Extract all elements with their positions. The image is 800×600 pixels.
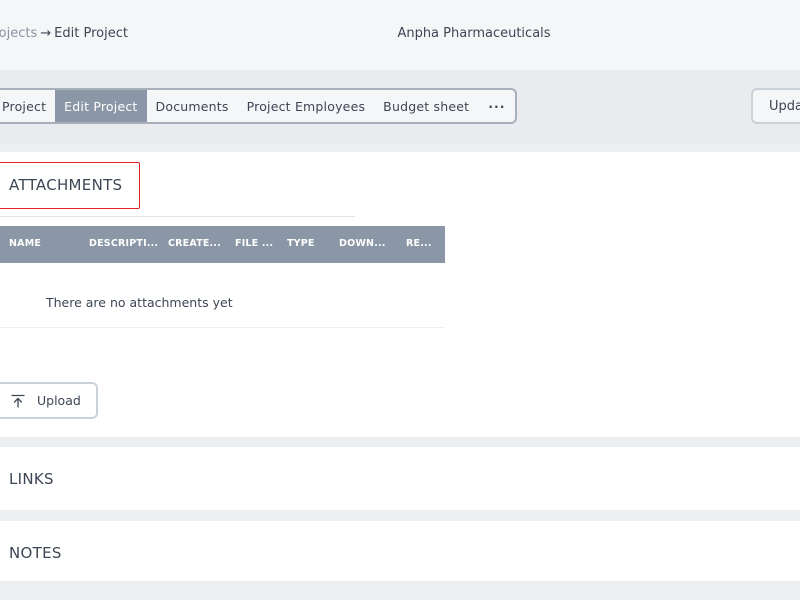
more-tabs-icon[interactable]: ··· (478, 90, 515, 122)
top-bar: Projects→Edit Project Anpha Pharmaceutic… (0, 0, 800, 70)
title-divider (0, 216, 355, 217)
table-row-divider (0, 327, 445, 328)
upload-button[interactable]: Upload (0, 382, 98, 419)
notes-title[interactable]: NOTES (9, 544, 62, 562)
column-header-file-size[interactable]: FILE ... (235, 238, 273, 249)
update-button[interactable]: Update (751, 88, 800, 124)
tab-project[interactable]: Project (0, 90, 55, 122)
project-tabs: Project Edit Project Documents Project E… (0, 88, 518, 124)
upload-button-label: Upload (37, 393, 81, 408)
column-header-created[interactable]: CREATE... (168, 238, 221, 249)
column-header-remove[interactable]: RE... (406, 238, 432, 249)
column-header-name[interactable]: NAME (9, 238, 41, 249)
links-title[interactable]: LINKS (9, 470, 54, 488)
tab-budget-sheet[interactable]: Budget sheet (374, 90, 478, 122)
company-name: Anpha Pharmaceuticals (397, 26, 551, 41)
links-section: LINKS (0, 447, 800, 510)
attachments-section: ATTACHMENTS NAME DESCRIPTI... CREATE... … (0, 152, 800, 437)
column-header-type[interactable]: TYPE (287, 238, 315, 249)
attachments-title: ATTACHMENTS (9, 176, 123, 194)
column-header-download[interactable]: DOWN... (339, 238, 386, 249)
attachments-table-header: NAME DESCRIPTI... CREATE... FILE ... TYP… (0, 226, 445, 263)
upload-icon (11, 394, 25, 408)
tab-project-employees[interactable]: Project Employees (238, 90, 375, 122)
empty-attachments-message: There are no attachments yet (46, 295, 233, 310)
notes-section: NOTES (0, 521, 800, 581)
tab-edit-project[interactable]: Edit Project (55, 90, 147, 122)
column-header-description[interactable]: DESCRIPTI... (89, 238, 158, 249)
tab-documents[interactable]: Documents (147, 90, 238, 122)
